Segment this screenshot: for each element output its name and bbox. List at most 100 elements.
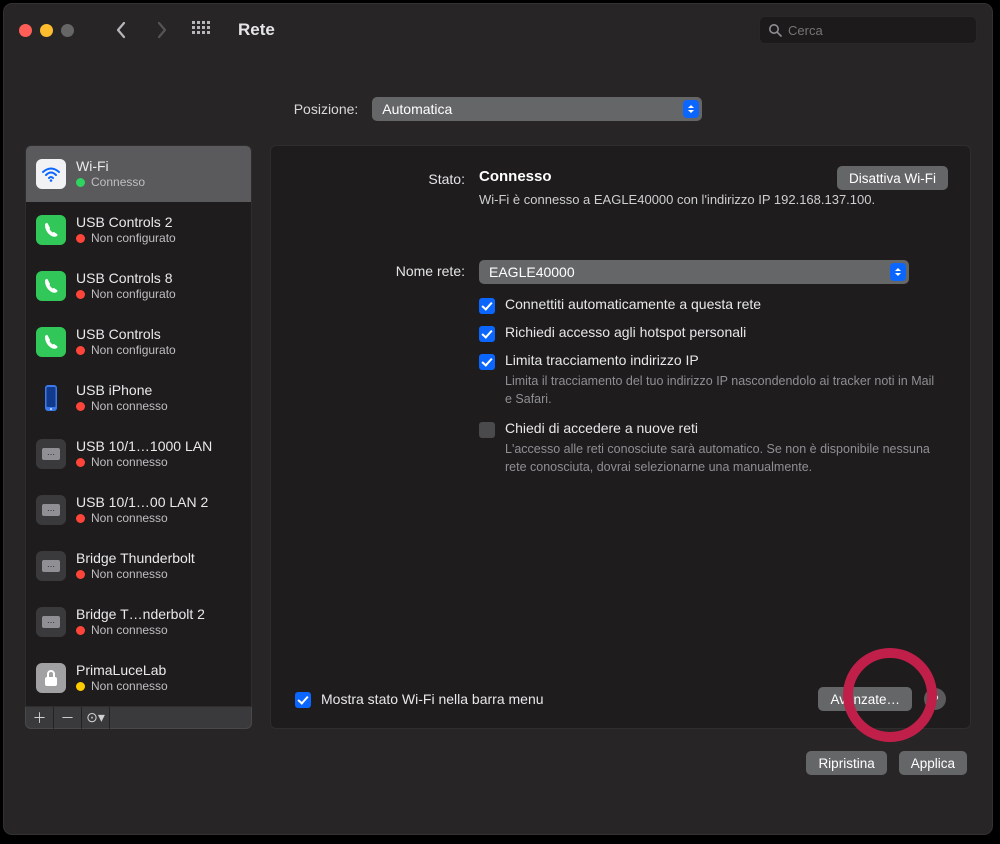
ethernet-icon: ⋯ — [36, 607, 66, 637]
actions-menu-button[interactable]: ⊙▾ — [82, 707, 110, 729]
item-status: Non configurato — [91, 343, 176, 357]
window-controls — [19, 24, 74, 37]
show-menubar-checkbox[interactable] — [295, 692, 311, 708]
sidebar-item-usb-controls[interactable]: USB Controls Non configurato — [26, 314, 251, 370]
network-name-select[interactable]: EAGLE40000 — [479, 260, 909, 284]
advanced-button[interactable]: Avanzate… — [818, 687, 912, 711]
phone-icon — [36, 327, 66, 357]
item-name: USB 10/1…1000 LAN — [76, 438, 212, 455]
interfaces-footer: ＋ － ⊙▾ — [25, 707, 252, 729]
limit-ip-label: Limita tracciamento indirizzo IP — [505, 352, 935, 368]
details-pane: Disattiva Wi-Fi Stato: Connesso Wi-Fi è … — [270, 145, 971, 729]
item-name: Wi-Fi — [76, 158, 145, 175]
apply-button[interactable]: Applica — [899, 751, 967, 775]
item-name: USB Controls 2 — [76, 214, 176, 231]
svg-text:⋯: ⋯ — [47, 562, 55, 571]
position-select[interactable]: Automatica — [372, 97, 702, 121]
personal-hotspot-checkbox[interactable] — [479, 326, 495, 342]
revert-button[interactable]: Ripristina — [806, 751, 886, 775]
sidebar-item-usb-controls-8[interactable]: USB Controls 8 Non configurato — [26, 258, 251, 314]
interfaces-list: Wi-Fi Connesso USB Controls 2 Non config… — [25, 145, 252, 707]
ethernet-icon: ⋯ — [36, 551, 66, 581]
item-name: USB Controls — [76, 326, 176, 343]
status-dot — [76, 682, 85, 691]
position-label: Posizione: — [294, 101, 359, 117]
search-field[interactable] — [759, 16, 977, 44]
item-status: Non connesso — [91, 511, 168, 525]
ask-join-note: L'accesso alle reti conosciute sarà auto… — [505, 440, 935, 476]
item-status: Non connesso — [91, 623, 168, 637]
lock-icon — [36, 663, 66, 693]
item-status: Non connesso — [91, 567, 168, 581]
remove-interface-button[interactable]: － — [54, 707, 82, 729]
item-name: Bridge T…nderbolt 2 — [76, 606, 205, 623]
sidebar-item-usb-lan-2[interactable]: ⋯ USB 10/1…00 LAN 2 Non connesso — [26, 482, 251, 538]
sidebar-item-usb-lan-1[interactable]: ⋯ USB 10/1…1000 LAN Non connesso — [26, 426, 251, 482]
ask-join-label: Chiedi di accedere a nuove reti — [505, 420, 935, 436]
stepper-icon — [683, 100, 699, 118]
status-dot — [76, 346, 85, 355]
wifi-icon — [36, 159, 66, 189]
disable-wifi-button[interactable]: Disattiva Wi-Fi — [837, 166, 948, 190]
search-icon — [768, 23, 782, 37]
forward-button — [150, 16, 172, 44]
sidebar-item-primalucelab[interactable]: PrimaLuceLab Non connesso — [26, 650, 251, 706]
iphone-icon — [36, 383, 66, 413]
item-name: PrimaLuceLab — [76, 662, 168, 679]
item-status: Non connesso — [91, 455, 168, 469]
limit-ip-note: Limita il tracciamento del tuo indirizzo… — [505, 372, 935, 408]
svg-text:⋯: ⋯ — [47, 450, 55, 459]
sidebar-item-bridge-tb-2[interactable]: ⋯ Bridge T…nderbolt 2 Non connesso — [26, 594, 251, 650]
status-dot — [76, 458, 85, 467]
add-interface-button[interactable]: ＋ — [26, 707, 54, 729]
status-dot — [76, 178, 85, 187]
zoom-window-button[interactable] — [61, 24, 74, 37]
phone-icon — [36, 271, 66, 301]
phone-icon — [36, 215, 66, 245]
network-name-value: EAGLE40000 — [489, 264, 575, 280]
item-status: Non configurato — [91, 287, 176, 301]
grid-icon — [192, 21, 210, 39]
status-label: Stato: — [295, 168, 465, 210]
item-status: Connesso — [91, 175, 145, 189]
item-name: USB 10/1…00 LAN 2 — [76, 494, 208, 511]
status-dot — [76, 402, 85, 411]
status-description: Wi-Fi è connesso a EAGLE40000 con l'indi… — [479, 191, 946, 210]
status-dot — [76, 570, 85, 579]
help-button[interactable]: ? — [924, 688, 946, 710]
search-input[interactable] — [788, 23, 968, 38]
sidebar-item-bridge-tb[interactable]: ⋯ Bridge Thunderbolt Non connesso — [26, 538, 251, 594]
sidebar-item-wifi[interactable]: Wi-Fi Connesso — [26, 146, 251, 202]
ethernet-icon: ⋯ — [36, 495, 66, 525]
status-dot — [76, 290, 85, 299]
item-status: Non configurato — [91, 231, 176, 245]
network-name-label: Nome rete: — [295, 260, 465, 477]
sidebar-item-usb-iphone[interactable]: USB iPhone Non connesso — [26, 370, 251, 426]
ethernet-icon: ⋯ — [36, 439, 66, 469]
position-row: Posizione: Automatica — [3, 97, 993, 121]
item-name: USB Controls 8 — [76, 270, 176, 287]
limit-ip-checkbox[interactable] — [479, 354, 495, 370]
personal-hotspot-label: Richiedi accesso agli hotspot personali — [505, 324, 746, 340]
item-name: USB iPhone — [76, 382, 168, 399]
minimize-window-button[interactable] — [40, 24, 53, 37]
status-dot — [76, 514, 85, 523]
back-button[interactable] — [110, 16, 132, 44]
show-menubar-label: Mostra stato Wi-Fi nella barra menu — [321, 691, 544, 707]
ask-join-checkbox[interactable] — [479, 422, 495, 438]
titlebar: Rete — [3, 3, 993, 57]
auto-join-checkbox[interactable] — [479, 298, 495, 314]
item-status: Non connesso — [91, 679, 168, 693]
item-name: Bridge Thunderbolt — [76, 550, 195, 567]
all-prefs-button[interactable] — [190, 16, 212, 44]
position-value: Automatica — [382, 101, 452, 117]
status-dot — [76, 626, 85, 635]
sidebar-item-usb-controls-2[interactable]: USB Controls 2 Non configurato — [26, 202, 251, 258]
status-dot — [76, 234, 85, 243]
close-window-button[interactable] — [19, 24, 32, 37]
svg-text:⋯: ⋯ — [47, 618, 55, 627]
auto-join-label: Connettiti automaticamente a questa rete — [505, 296, 761, 312]
dialog-buttons: Ripristina Applica — [3, 751, 993, 775]
window-title: Rete — [238, 20, 275, 40]
item-status: Non connesso — [91, 399, 168, 413]
